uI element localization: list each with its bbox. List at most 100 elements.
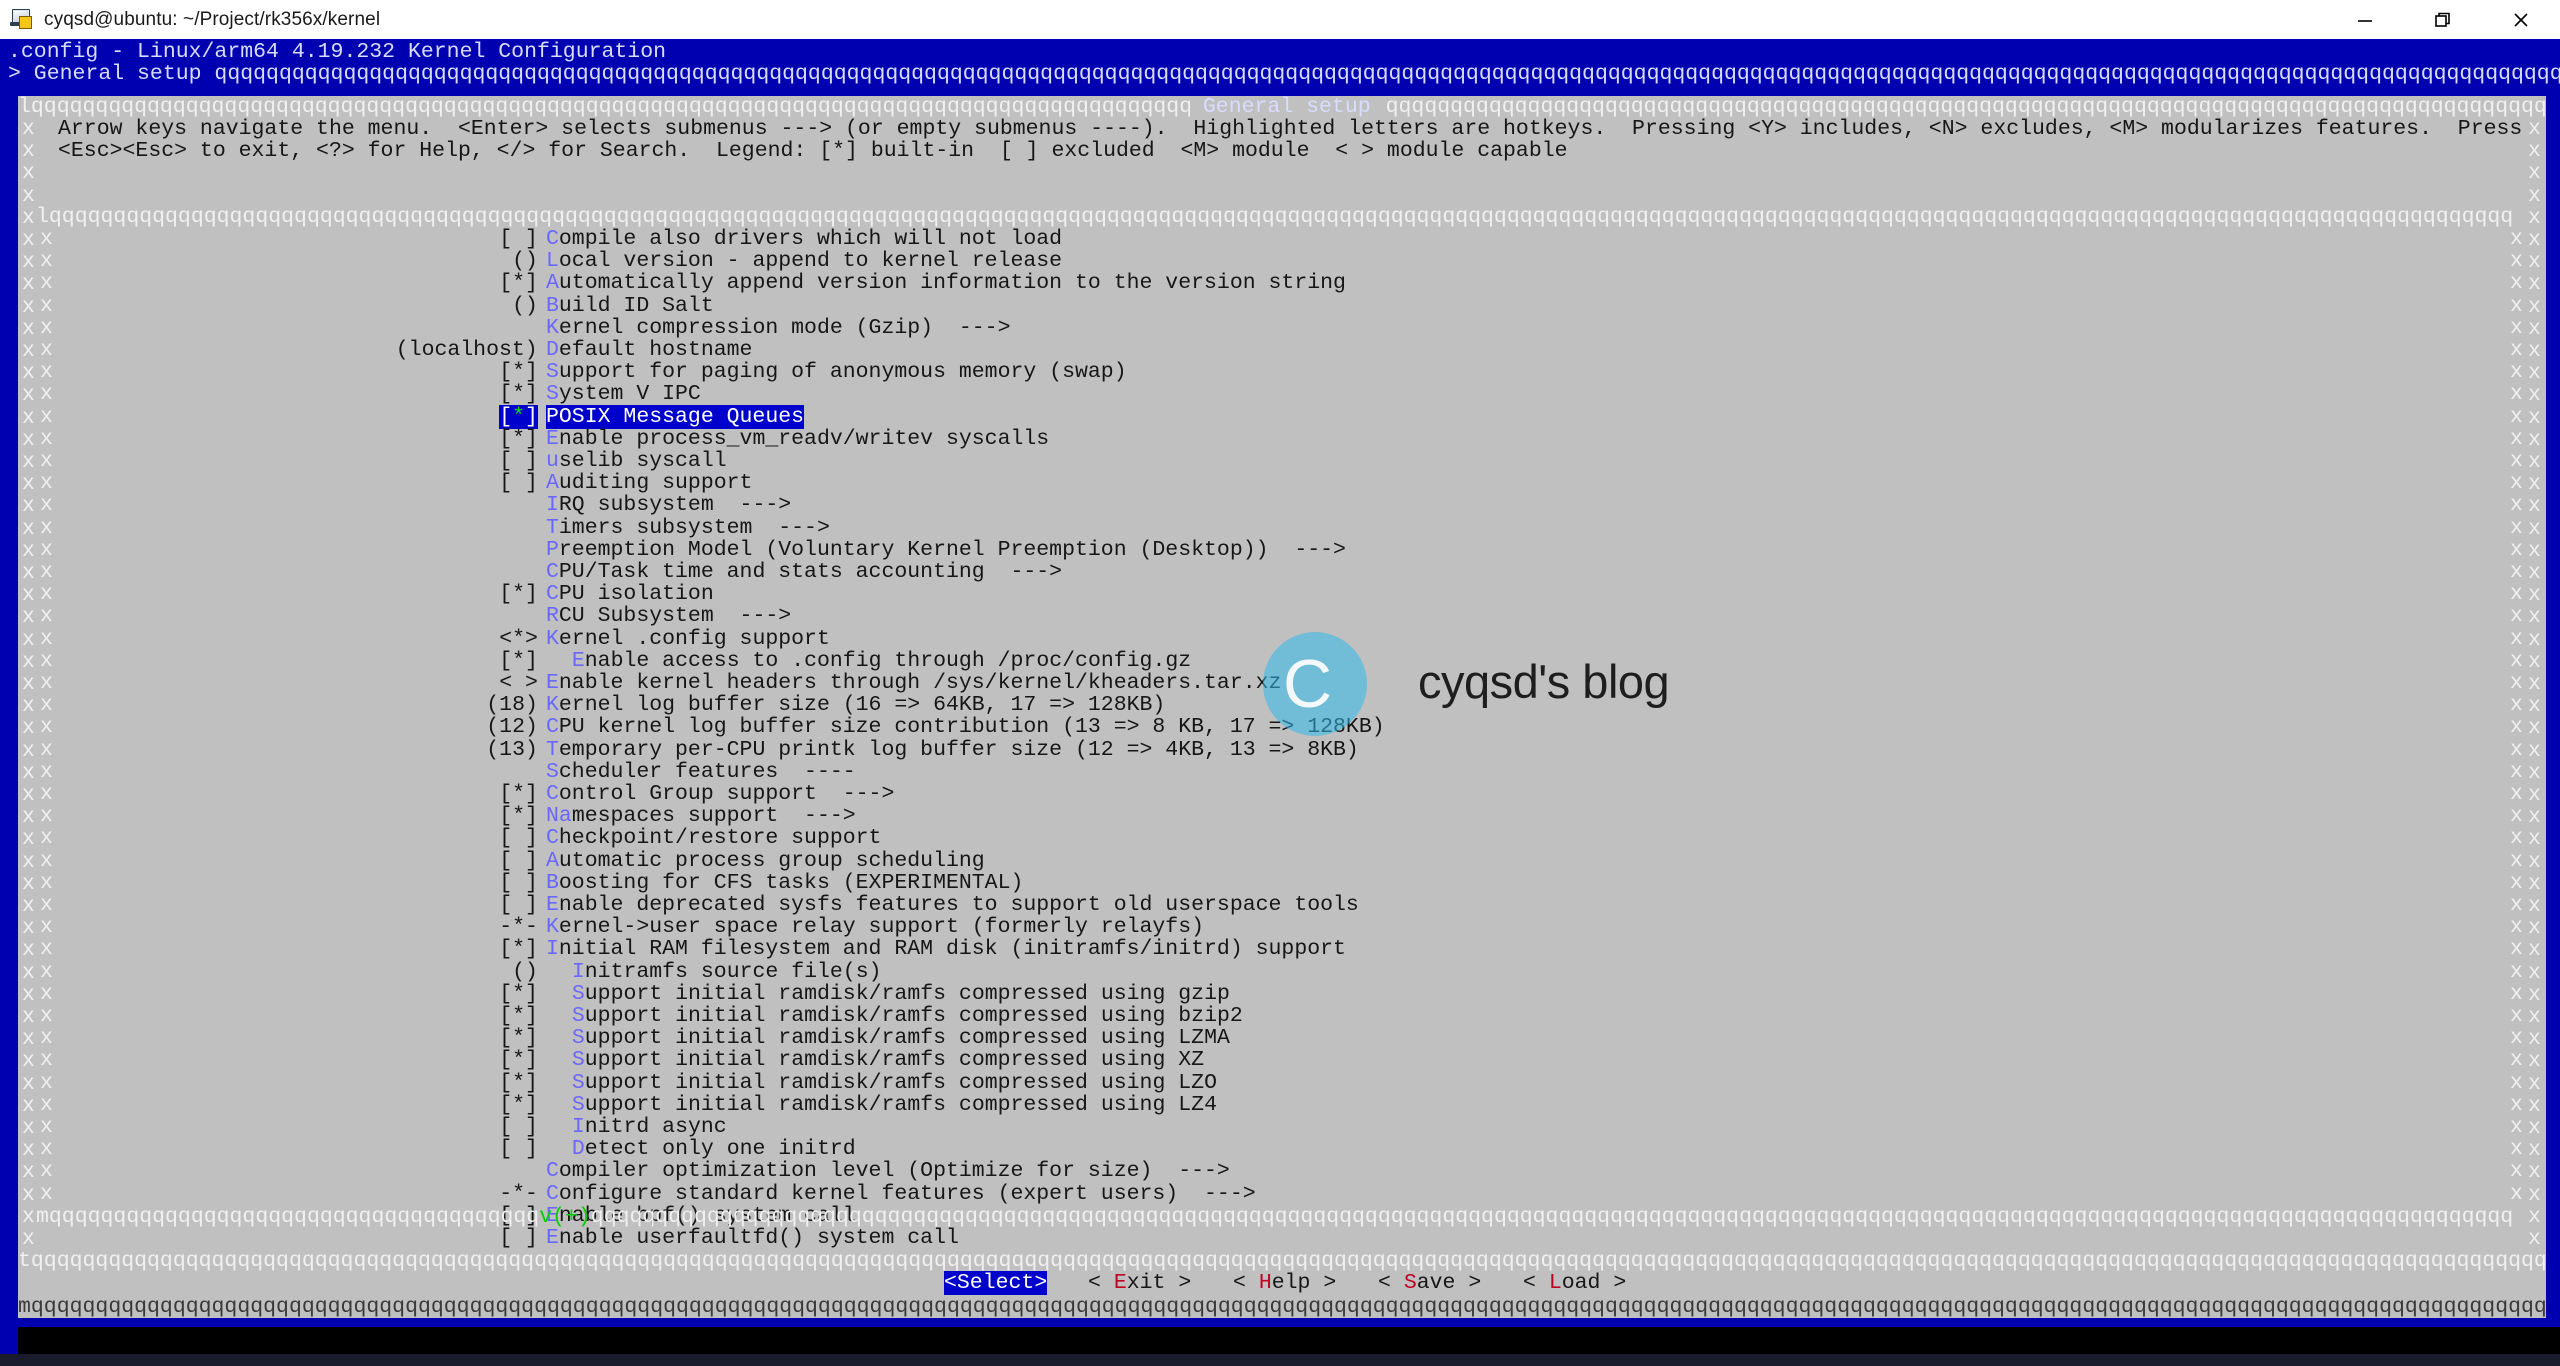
frame-rail-char: x	[2510, 537, 2523, 562]
frame-rail-char: x	[40, 360, 53, 385]
minimize-button[interactable]	[2326, 0, 2404, 39]
frame-rail-char: x	[22, 805, 35, 830]
frame-rail-char: x	[40, 804, 53, 829]
menu-item[interactable]: Enable access to .config through /proc/c…	[572, 650, 1191, 672]
menu-item-state: (localhost)	[395, 338, 538, 362]
menu-item[interactable]: Support for paging of anonymous memory (…	[546, 361, 1127, 383]
menu-item[interactable]: Default hostname	[546, 339, 752, 361]
button-hotkey: E	[1113, 1271, 1127, 1295]
menu-item[interactable]: uselib syscall	[546, 450, 727, 472]
menu-item[interactable]: Support initial ramdisk/ramfs compressed…	[572, 1027, 1230, 1049]
menu-item[interactable]: Boosting for CFS tasks (EXPERIMENTAL)	[546, 872, 1023, 894]
menu-item[interactable]: Scheduler features ----	[546, 761, 856, 783]
frame-rail-char: x	[2510, 937, 2523, 962]
menu-item-hotkey: A	[546, 471, 559, 496]
button-hotkey: L	[1548, 1271, 1562, 1295]
frame-rail-char: x	[2510, 848, 2523, 873]
menu-item[interactable]: Local version - append to kernel release	[546, 250, 1062, 272]
menu-item[interactable]: Kernel log buffer size (16 => 64KB, 17 =…	[546, 694, 1165, 716]
menu-item-hotkey: E	[546, 426, 559, 451]
menu-item[interactable]: POSIX Message Queues	[546, 404, 805, 429]
help-line-1: Arrow keys navigate the menu. <Enter> se…	[58, 117, 2523, 141]
button-load[interactable]: < Load >	[1523, 1272, 1626, 1294]
frame-rail-char: x	[2510, 826, 2523, 851]
menu-item[interactable]: Configure standard kernel features (expe…	[546, 1183, 1256, 1205]
menu-item-hotkey: u	[546, 449, 559, 473]
menu-item-state: [ ]	[499, 1226, 538, 1250]
menu-item[interactable]: Kernel compression mode (Gzip) --->	[546, 317, 1010, 339]
button-exit[interactable]: < Exit >	[1088, 1272, 1191, 1294]
frame-rail-char: x	[2528, 1116, 2541, 1140]
menu-item[interactable]: Kernel->user space relay support (former…	[546, 916, 1204, 938]
close-button[interactable]	[2482, 0, 2560, 39]
menu-item[interactable]: CPU/Task time and stats accounting --->	[546, 561, 1062, 583]
frame-rail-char: x	[2528, 760, 2541, 785]
menu-item[interactable]: CPU kernel log buffer size contribution …	[546, 716, 1385, 738]
menu-item[interactable]: Kernel .config support	[546, 628, 830, 650]
menu-item-state: [*]	[499, 382, 538, 407]
menu-item[interactable]: Enable userfaultfd() system call	[546, 1227, 959, 1249]
frame-rail-char: x	[40, 1137, 53, 1162]
menu-item[interactable]: Detect only one initrd	[572, 1138, 856, 1160]
frame-rail-char: x	[22, 871, 35, 896]
frame-rail-char: x	[22, 894, 35, 918]
menu-item[interactable]: Enable process_vm_readv/writev syscalls	[546, 428, 1049, 450]
menu-item[interactable]: Preemption Model (Voluntary Kernel Preem…	[546, 539, 1346, 561]
menu-item[interactable]: Compiler optimization level (Optimize fo…	[546, 1160, 1230, 1182]
frame-rail-char: x	[22, 427, 35, 452]
menu-item[interactable]: Initrd async	[572, 1116, 727, 1138]
frame-rail-char: x	[2528, 916, 2541, 941]
menu-item[interactable]: Automatic process group scheduling	[546, 850, 985, 872]
restore-button[interactable]	[2404, 0, 2482, 39]
menu-item[interactable]: Support initial ramdisk/ramfs compressed…	[572, 1072, 1217, 1094]
menu-item[interactable]: Enable kernel headers through /sys/kerne…	[546, 672, 1281, 694]
frame-rail-char: x	[22, 139, 35, 164]
button-save[interactable]: < Save >	[1378, 1272, 1481, 1294]
menu-item[interactable]: IRQ subsystem --->	[546, 494, 791, 516]
button-select[interactable]: <Select>	[944, 1271, 1048, 1295]
menu-item-state: [*]	[499, 426, 538, 451]
menu-item-hotkey: C	[546, 582, 559, 607]
menu-item[interactable]: CPU isolation	[546, 583, 714, 605]
menu-item[interactable]: Automatically append version information…	[546, 272, 1346, 294]
menu-item[interactable]: Initial RAM filesystem and RAM disk (ini…	[546, 938, 1346, 960]
menu-item-hotkey: T	[546, 737, 559, 762]
terminal-screen[interactable]: .config - Linux/arm64 4.19.232 Kernel Co…	[0, 39, 2560, 1366]
frame-rail-char: x	[22, 561, 35, 585]
frame-rail-char: x	[2510, 382, 2523, 407]
frame-rail-char: x	[2528, 649, 2541, 674]
menu-item[interactable]: System V IPC	[546, 383, 701, 405]
menu-item[interactable]: Checkpoint/restore support	[546, 827, 881, 849]
menu-item[interactable]: Support initial ramdisk/ramfs compressed…	[572, 1094, 1217, 1116]
frame-rail-char: x	[22, 627, 35, 652]
menu-item[interactable]: Auditing support	[546, 472, 752, 494]
menu-item-state: [ ]	[499, 893, 538, 917]
menu-item[interactable]: Support initial ramdisk/ramfs compressed…	[572, 1049, 1204, 1071]
menu-item[interactable]: Timers subsystem --->	[546, 517, 830, 539]
frame-rail-char: x	[2528, 1138, 2541, 1163]
window-title-bar: cyqsd@ubuntu: ~/Project/rk356x/kernel	[0, 0, 2560, 40]
menu-item-state: [*]	[499, 271, 538, 296]
frame-rail-char: x	[2528, 183, 2541, 208]
menu-item[interactable]: Build ID Salt	[546, 295, 714, 317]
frame-rail-char: x	[2528, 1182, 2541, 1207]
menu-item[interactable]: Support initial ramdisk/ramfs compressed…	[572, 1005, 1243, 1027]
button-help[interactable]: < Help >	[1233, 1272, 1336, 1294]
frame-rail-char: x	[22, 450, 35, 474]
frame-rail-char: x	[2528, 427, 2541, 452]
menu-item[interactable]: RCU Subsystem --->	[546, 605, 791, 627]
menu-item[interactable]: Temporary per-CPU printk log buffer size…	[546, 739, 1359, 761]
menu-item[interactable]: Control Group support --->	[546, 783, 894, 805]
frame-rail-char: x	[2510, 315, 2523, 340]
frame-rail-char: x	[2528, 605, 2541, 630]
menu-item[interactable]: Support initial ramdisk/ramfs compressed…	[572, 983, 1230, 1005]
frame-rail-char: x	[2510, 671, 2523, 695]
frame-rail-char: x	[2510, 338, 2523, 362]
dialog-title: General setup	[1190, 95, 1384, 119]
menu-item[interactable]: Initramfs source file(s)	[572, 961, 882, 983]
menu-breadcrumb: > General setup qqqqqqqqqqqqqqqqqqqqqqqq…	[8, 62, 2560, 86]
menu-item[interactable]: Namespaces support --->	[546, 805, 856, 827]
menu-item[interactable]: Compile also drivers which will not load	[546, 228, 1062, 250]
frame-rail-char: x	[2528, 294, 2541, 319]
menu-item[interactable]: Enable deprecated sysfs features to supp…	[546, 894, 1359, 916]
